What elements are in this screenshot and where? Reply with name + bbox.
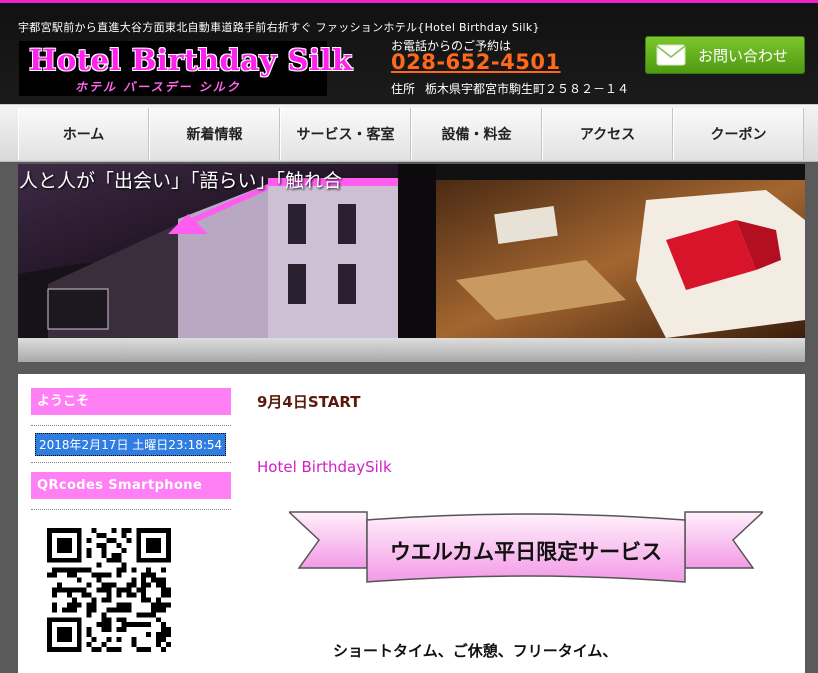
welcome-heading: ようこそ bbox=[31, 387, 231, 415]
hotel-name: Hotel BirthdaySilk bbox=[257, 458, 392, 476]
address-label: 住所 bbox=[391, 82, 416, 96]
address: 住所 栃木県宇都宮市駒生町２５８２－１４ bbox=[391, 80, 629, 97]
post-title[interactable]: 9月4日START bbox=[257, 391, 360, 412]
site-logo[interactable]: Hotel Birthday Silk ホテル バースデー シルク bbox=[19, 41, 352, 96]
content-area: ようこそ 2018年2月17日 土曜日23:18:54 QRcodes Smar… bbox=[18, 374, 805, 673]
nav-item-news[interactable]: 新着情報 bbox=[149, 108, 280, 160]
divider bbox=[31, 425, 231, 426]
nav-item-access[interactable]: アクセス bbox=[542, 108, 673, 160]
nav-item-services[interactable]: サービス・客室 bbox=[280, 108, 411, 160]
services-text: ショートタイム、ご休憩、フリータイム、 bbox=[333, 642, 618, 660]
room-interior-image bbox=[436, 180, 805, 338]
phone-number-link[interactable]: 028-652-4501 bbox=[391, 50, 561, 74]
header-tagline: 宇都宮駅前から直進大谷方面東北自動車道路手前右折すぐ ファッションホテル{Hot… bbox=[18, 21, 540, 34]
divider bbox=[31, 509, 231, 510]
contact-label: お問い合わせ bbox=[698, 46, 789, 65]
welcome-ribbon-banner: ウエルカム平日限定サービス bbox=[289, 511, 763, 583]
logo-kana: ホテル バースデー シルク bbox=[75, 80, 241, 94]
sidebar: ようこそ 2018年2月17日 土曜日23:18:54 QRcodes Smar… bbox=[31, 387, 231, 510]
divider bbox=[31, 462, 231, 463]
contact-button[interactable]: お問い合わせ bbox=[645, 36, 805, 74]
banner-bar bbox=[18, 338, 805, 362]
mail-icon bbox=[656, 44, 686, 66]
hotel-exterior-image: 人と人が「出会い」「語らい」「触れ合 bbox=[18, 164, 436, 338]
address-text: 栃木県宇都宮市駒生町２５８２－１４ bbox=[425, 82, 630, 96]
nav-item-coupon[interactable]: クーポン bbox=[673, 108, 804, 160]
nav-item-home[interactable]: ホーム bbox=[18, 108, 149, 160]
main-nav: ホーム 新着情報 サービス・客室 設備・料金 アクセス クーポン bbox=[0, 104, 818, 162]
clock-widget: 2018年2月17日 土曜日23:18:54 bbox=[35, 433, 227, 456]
nav-item-facilities[interactable]: 設備・料金 bbox=[411, 108, 542, 160]
site-header: 宇都宮駅前から直進大谷方面東北自動車道路手前右折すぐ ファッションホテル{Hot… bbox=[0, 0, 818, 104]
ribbon-text: ウエルカム平日限定サービス bbox=[390, 540, 662, 564]
qr-heading: QRcodes Smartphone bbox=[31, 471, 231, 499]
logo-title: Hotel Birthday Silk bbox=[29, 43, 353, 77]
banner-caption: 人と人が「出会い」「語らい」「触れ合 bbox=[19, 170, 343, 192]
hero-banner: 人と人が「出会い」「語らい」「触れ合 bbox=[18, 164, 805, 362]
qr-code-icon bbox=[47, 528, 171, 652]
